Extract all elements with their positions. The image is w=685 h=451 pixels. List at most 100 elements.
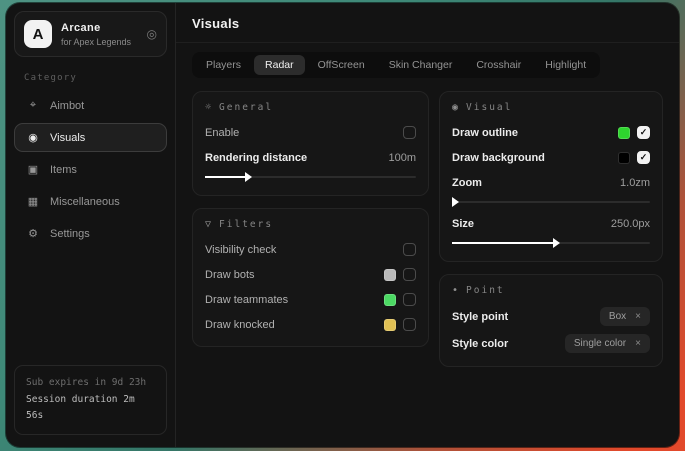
brand-subtitle: for Apex Legends <box>61 37 131 47</box>
visual-card: ◉ Visual Draw outline Draw backgrou <box>439 91 663 262</box>
rendering-distance-label: Rendering distance <box>205 152 307 164</box>
draw-background-label: Draw background <box>452 152 545 164</box>
general-card: ☼ General Enable Rendering distance 100m <box>192 91 429 196</box>
draw-background-checkbox[interactable] <box>637 151 650 164</box>
draw-outline-row: Draw outline <box>452 124 650 141</box>
right-column: ◉ Visual Draw outline Draw backgrou <box>439 91 663 367</box>
sub-expiry-text: Sub expires in 9d 23h <box>26 375 155 392</box>
visibility-check-label: Visibility check <box>205 244 276 256</box>
style-color-label: Style color <box>452 338 508 350</box>
sidebar-item-label: Aimbot <box>50 100 84 112</box>
category-label: Category <box>24 73 157 83</box>
draw-knocked-checkbox[interactable] <box>403 318 416 331</box>
enable-label: Enable <box>205 127 239 139</box>
draw-bots-row: Draw bots <box>205 266 416 283</box>
sidebar-item-aimbot[interactable]: ⌖ Aimbot <box>14 91 167 120</box>
size-row: Size 250.0px <box>452 215 650 232</box>
draw-background-row: Draw background <box>452 149 650 166</box>
rendering-distance-slider[interactable] <box>205 172 416 182</box>
tab-crosshair[interactable]: Crosshair <box>465 55 532 75</box>
slider-track <box>452 201 650 203</box>
tab-players[interactable]: Players <box>195 55 252 75</box>
style-point-select[interactable]: Box × <box>600 307 650 326</box>
point-card-header: • Point <box>452 285 650 296</box>
draw-knocked-label: Draw knocked <box>205 319 275 331</box>
style-point-label: Style point <box>452 311 508 323</box>
brand-logo: A <box>24 20 52 48</box>
visibility-check-row: Visibility check <box>205 241 416 258</box>
enable-row: Enable <box>205 124 416 141</box>
sun-icon: ☼ <box>205 102 211 113</box>
content-area: ☼ General Enable Rendering distance 100m <box>176 80 679 378</box>
section-title: Visual <box>466 102 512 113</box>
style-color-select[interactable]: Single color × <box>565 334 650 353</box>
draw-outline-label: Draw outline <box>452 127 518 139</box>
slider-thumb[interactable] <box>452 197 459 207</box>
draw-teammates-color-swatch[interactable] <box>384 294 396 306</box>
close-icon[interactable]: × <box>635 338 641 349</box>
tabbar-wrap: Players Radar OffScreen Skin Changer Cro… <box>176 43 679 80</box>
funnel-icon: ▽ <box>205 219 211 230</box>
sidebar-nav: ⌖ Aimbot ◉ Visuals ▣ Items ▦ Miscellaneo… <box>6 91 175 248</box>
filters-card: ▽ Filters Visibility check Draw bots <box>192 208 429 347</box>
sidebar-item-label: Visuals <box>50 132 85 144</box>
draw-knocked-row: Draw knocked <box>205 316 416 333</box>
enable-checkbox[interactable] <box>403 126 416 139</box>
draw-background-color-swatch[interactable] <box>618 152 630 164</box>
subscription-card: Sub expires in 9d 23h Session duration 2… <box>14 365 167 435</box>
tab-offscreen[interactable]: OffScreen <box>307 55 376 75</box>
tab-highlight[interactable]: Highlight <box>534 55 597 75</box>
brand-title: Arcane <box>61 22 131 34</box>
sidebar-item-miscellaneous[interactable]: ▦ Miscellaneous <box>14 187 167 216</box>
draw-teammates-label: Draw teammates <box>205 294 288 306</box>
sidebar-item-label: Settings <box>50 228 90 240</box>
tab-radar[interactable]: Radar <box>254 55 305 75</box>
crosshair-icon: ⌖ <box>26 99 40 112</box>
box-icon: ▣ <box>26 163 40 176</box>
close-icon[interactable]: × <box>635 311 641 322</box>
sidebar-item-visuals[interactable]: ◉ Visuals <box>14 123 167 152</box>
settings-target-icon[interactable]: ◎ <box>147 27 157 41</box>
slider-thumb[interactable] <box>553 238 560 248</box>
size-slider[interactable] <box>452 238 650 248</box>
visual-card-header: ◉ Visual <box>452 102 650 113</box>
section-title: Point <box>466 285 505 296</box>
session-duration-text: Session duration 2m 56s <box>26 392 155 425</box>
size-label: Size <box>452 218 474 230</box>
eye-icon: ◉ <box>452 102 458 113</box>
dot-icon: • <box>452 285 458 296</box>
left-column: ☼ General Enable Rendering distance 100m <box>192 91 429 347</box>
draw-knocked-color-swatch[interactable] <box>384 319 396 331</box>
sidebar-item-label: Items <box>50 164 77 176</box>
main-header: Visuals <box>176 3 679 43</box>
visibility-check-checkbox[interactable] <box>403 243 416 256</box>
zoom-value: 1.0zm <box>620 177 650 189</box>
point-card: • Point Style point Box × Style color <box>439 274 663 367</box>
page-title: Visuals <box>192 16 663 31</box>
grid-icon: ▦ <box>26 195 40 208</box>
draw-teammates-row: Draw teammates <box>205 291 416 308</box>
sidebar-item-settings[interactable]: ⚙ Settings <box>14 219 167 248</box>
draw-outline-checkbox[interactable] <box>637 126 650 139</box>
zoom-row: Zoom 1.0zm <box>452 174 650 191</box>
zoom-label: Zoom <box>452 177 482 189</box>
brand-text: Arcane for Apex Legends <box>61 22 131 47</box>
zoom-slider[interactable] <box>452 197 650 207</box>
section-title: General <box>219 102 273 113</box>
slider-thumb[interactable] <box>245 172 252 182</box>
style-point-value: Box <box>609 311 626 322</box>
draw-teammates-checkbox[interactable] <box>403 293 416 306</box>
sidebar: A Arcane for Apex Legends ◎ Category ⌖ A… <box>6 3 176 447</box>
tab-skin-changer[interactable]: Skin Changer <box>378 55 464 75</box>
rendering-distance-value: 100m <box>388 152 416 164</box>
brand-card: A Arcane for Apex Legends ◎ <box>14 11 167 57</box>
rendering-distance-row: Rendering distance 100m <box>205 149 416 166</box>
main-panel: Visuals Players Radar OffScreen Skin Cha… <box>176 3 679 447</box>
sidebar-item-items[interactable]: ▣ Items <box>14 155 167 184</box>
filters-card-header: ▽ Filters <box>205 219 416 230</box>
draw-bots-color-swatch[interactable] <box>384 269 396 281</box>
draw-outline-color-swatch[interactable] <box>618 127 630 139</box>
size-value: 250.0px <box>611 218 650 230</box>
tabbar: Players Radar OffScreen Skin Changer Cro… <box>192 52 600 78</box>
draw-bots-checkbox[interactable] <box>403 268 416 281</box>
